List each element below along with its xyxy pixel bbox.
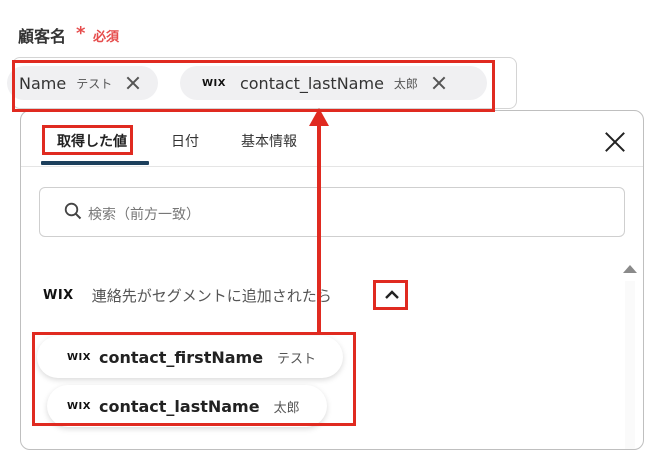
customer-name-field[interactable]: Name テスト WIX contact_lastName 太郎	[7, 57, 517, 109]
tab-acquired-values[interactable]: 取得した値	[57, 131, 127, 151]
option-sub-value: 太郎	[273, 400, 300, 416]
required-mark: *	[76, 23, 86, 44]
search-input[interactable]: 検索（前方一致）	[39, 187, 625, 237]
group-title: 連絡先がセグメントに追加されたら	[91, 286, 332, 305]
chip-sub-value: 太郎	[393, 76, 418, 91]
field-label: 顧客名	[18, 27, 67, 46]
value-chip-name[interactable]: Name テスト	[7, 66, 158, 100]
chip-sub-value: テスト	[76, 76, 113, 91]
close-icon[interactable]	[604, 131, 626, 153]
option-label: contact_firstName	[98, 347, 264, 367]
scroll-up-arrow[interactable]	[623, 265, 637, 273]
tab-basic-info[interactable]: 基本情報	[241, 131, 297, 151]
chip-label: Name	[19, 73, 67, 93]
value-chip-contact-lastname[interactable]: WIX contact_lastName 太郎	[180, 66, 487, 100]
wix-logo: WIX	[67, 351, 91, 363]
active-tab-indicator	[41, 161, 149, 165]
close-icon[interactable]	[432, 76, 446, 90]
tab-date[interactable]: 日付	[171, 131, 199, 151]
close-icon[interactable]	[126, 76, 140, 90]
wix-logo: WIX	[202, 77, 226, 89]
value-picker-dropdown: 取得した値 日付 基本情報 検索（前方一致） WIX 連絡先がセグメントに追加さ…	[20, 110, 644, 450]
chip-label: contact_lastName	[239, 73, 384, 93]
search-icon	[64, 202, 82, 220]
required-text: 必須	[93, 30, 120, 45]
option-sub-value: テスト	[277, 351, 317, 367]
trigger-group-header: WIX 連絡先がセグメントに追加されたら	[43, 283, 332, 307]
chevron-up-icon[interactable]	[378, 281, 406, 309]
option-contact-firstname[interactable]: WIX contact_firstName テスト	[37, 336, 343, 378]
search-placeholder: 検索（前方一致）	[88, 207, 200, 223]
annotation-arrow-head	[309, 108, 329, 126]
wix-logo: WIX	[43, 287, 74, 303]
option-label: contact_lastName	[98, 396, 260, 416]
wix-logo: WIX	[67, 400, 91, 412]
option-contact-lastname[interactable]: WIX contact_lastName 太郎	[47, 385, 327, 427]
tab-bar: 取得した値 日付 基本情報	[21, 111, 643, 167]
annotation-arrow-shaft	[317, 122, 321, 335]
scrollbar[interactable]	[625, 281, 635, 449]
